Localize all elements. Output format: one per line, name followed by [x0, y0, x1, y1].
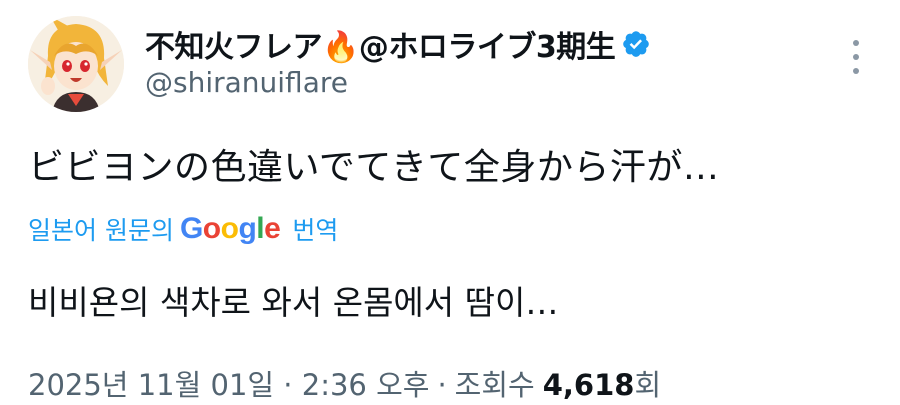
- tweet-text: ビビヨンの色違いでてきて全身から汗が…: [28, 147, 720, 188]
- views-count: 4,618: [542, 368, 635, 402]
- google-logo: Google: [179, 212, 281, 245]
- more-dot-icon: [853, 68, 859, 74]
- meta-separator: ·: [437, 368, 447, 402]
- verified-badge-icon: [621, 29, 651, 59]
- translate-label[interactable]: 일본어 원문의: [28, 211, 174, 247]
- translate-row[interactable]: 일본어 원문의 Google 번역: [28, 206, 338, 252]
- avatar-image: [28, 16, 124, 112]
- more-dot-icon: [853, 54, 859, 60]
- author-name-row[interactable]: 不知火フレア🔥@ホロライブ3期生: [145, 22, 651, 66]
- author-handle[interactable]: @shiranuiflare: [145, 66, 348, 99]
- tweet-timestamp[interactable]: 2025년 11월 01일 · 2:36 오후: [28, 362, 429, 404]
- tweet-meta: 2025년 11월 01일 · 2:36 오후 · 조회수 4,618 회: [28, 362, 661, 404]
- avatar[interactable]: [28, 16, 124, 112]
- views-suffix: 회: [634, 368, 662, 402]
- author-display-name[interactable]: 不知火フレア🔥@ホロライブ3期生: [145, 22, 616, 66]
- views-label: 조회수: [454, 368, 535, 402]
- more-dot-icon: [853, 40, 859, 46]
- translate-button[interactable]: 번역: [292, 211, 338, 247]
- more-options-icon[interactable]: [846, 40, 866, 74]
- translated-text: 비비욘의 색차로 와서 온몸에서 땀이…: [28, 283, 559, 322]
